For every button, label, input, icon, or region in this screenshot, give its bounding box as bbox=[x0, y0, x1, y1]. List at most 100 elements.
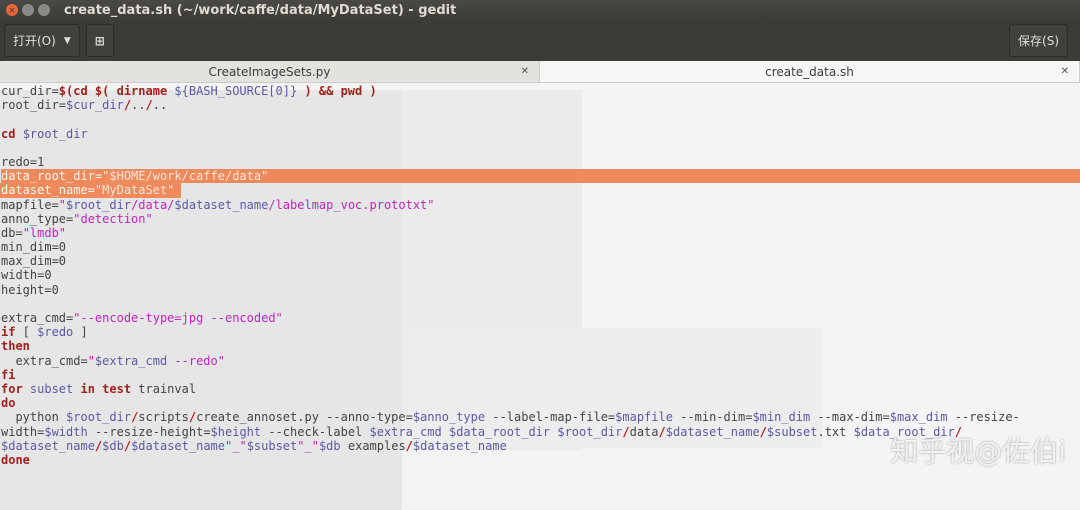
code-token-var: $width bbox=[44, 424, 88, 439]
open-label: 打开(O) bbox=[13, 34, 56, 48]
code-token-var: $cur_dir bbox=[66, 98, 124, 113]
close-tab-icon[interactable]: ✕ bbox=[1061, 66, 1069, 77]
code-token-kw: fi bbox=[1, 367, 16, 382]
code-token-str: "_" bbox=[297, 438, 319, 453]
code-token-pl: .txt bbox=[817, 424, 854, 439]
code-token-var: $extra_cmd $data_root_dir $root_dir bbox=[369, 424, 623, 439]
new-document-icon: ⊞ bbox=[94, 33, 105, 48]
code-token-var: $max_dim bbox=[889, 410, 948, 425]
code-token-kw: ) && pwd ) bbox=[297, 84, 377, 98]
code-token-var: $root_dir bbox=[22, 126, 88, 141]
code-token-kw: done bbox=[1, 452, 30, 467]
code-token-pl: mapfile= bbox=[1, 197, 59, 212]
code-token-pl: height=0 bbox=[1, 282, 59, 297]
code-token-pl: extra_cmd= bbox=[1, 311, 74, 325]
code-token-var: $subset bbox=[766, 424, 818, 439]
code-token-op: / bbox=[759, 424, 767, 439]
code-token-var: $min_dim bbox=[752, 410, 811, 425]
code-token-var: $dataset_name bbox=[174, 197, 269, 212]
code-token-pl: anno_type= bbox=[1, 211, 74, 226]
chevron-down-icon: ▼ bbox=[63, 35, 71, 46]
code-token-str: "MyDataSet" bbox=[94, 183, 175, 198]
save-button[interactable]: 保存(S) bbox=[1009, 24, 1068, 57]
code-line: cd $root_dir bbox=[1, 127, 1080, 141]
code-token-op: / bbox=[405, 438, 413, 453]
code-token-kw: $(cd $( dirname bbox=[58, 84, 175, 98]
code-token-pl: data bbox=[629, 424, 659, 439]
code-token-var: $root_dir bbox=[66, 197, 132, 212]
close-tab-icon[interactable]: ✕ bbox=[521, 66, 529, 77]
code-token-var: $height bbox=[210, 424, 262, 439]
code-line: then bbox=[1, 339, 1080, 353]
code-token-var: ${BASH_SOURCE[0]} bbox=[174, 84, 298, 98]
code-token-pl: extra_cmd= bbox=[1, 353, 88, 368]
code-line: anno_type="detection" bbox=[1, 212, 1080, 226]
tab-createimagesets[interactable]: CreateImageSets.py ✕ bbox=[0, 61, 540, 82]
code-token-var: $dataset_name bbox=[131, 438, 225, 453]
code-token-var: $extra_cmd bbox=[94, 353, 168, 368]
close-window-icon[interactable]: ✕ bbox=[6, 4, 18, 16]
tab-label: CreateImageSets.py bbox=[208, 64, 331, 79]
code-token-kw: for bbox=[1, 381, 23, 396]
code-line: data_root_dir="$HOME/work/caffe/data" bbox=[1, 169, 1080, 184]
code-token-op: / bbox=[123, 438, 132, 453]
code-token-op: / bbox=[123, 98, 132, 113]
tab-label: create_data.sh bbox=[765, 64, 854, 79]
toolbar: 打开(O) ▼ ⊞ 保存(S) bbox=[0, 20, 1080, 61]
code-token-pl: trainval bbox=[131, 381, 197, 396]
code-token-pl: --resize-height= bbox=[87, 424, 211, 439]
tab-create-data[interactable]: create_data.sh ✕ bbox=[540, 61, 1080, 82]
code-line: max_dim=0 bbox=[1, 254, 1080, 268]
code-token-pl: redo=1 bbox=[1, 154, 45, 169]
code-line: fi bbox=[1, 368, 1080, 382]
code-token-var: $root_dir bbox=[66, 410, 132, 425]
window-title: create_data.sh (~/work/caffe/data/MyData… bbox=[64, 2, 457, 18]
code-token-pl: root_dir= bbox=[1, 98, 67, 113]
code-line: redo=1 bbox=[1, 155, 1080, 169]
code-token-kw: do bbox=[1, 396, 16, 411]
code-token-kw: cd bbox=[1, 126, 23, 141]
maximize-window-icon[interactable] bbox=[38, 4, 50, 16]
code-line: extra_cmd="--encode-type=jpg --encoded" bbox=[1, 311, 1080, 325]
code-line: for subset in test trainval bbox=[1, 382, 1080, 396]
save-label: 保存(S) bbox=[1018, 34, 1059, 48]
code-token-pl: --resize- bbox=[947, 410, 1020, 425]
code-token-var: $dataset_name bbox=[665, 424, 760, 439]
code-token-str: "_" bbox=[225, 438, 247, 453]
code-token-var: subset bbox=[22, 381, 81, 396]
code-token-var: $dataset_name bbox=[1, 438, 95, 453]
watermark: 知乎视@佐伯i bbox=[890, 435, 1066, 468]
new-document-button[interactable]: ⊞ bbox=[85, 24, 114, 57]
code-token-kw: in test bbox=[80, 381, 132, 396]
code-line: do bbox=[1, 396, 1080, 410]
code-line: root_dir=$cur_dir/../.. bbox=[1, 98, 1080, 112]
code-token-pl: dataset_name= bbox=[1, 183, 95, 198]
code-token-var: $subset bbox=[246, 438, 298, 453]
tab-bar: CreateImageSets.py ✕ create_data.sh ✕ bbox=[0, 61, 1080, 83]
code-token-str: " bbox=[87, 353, 95, 368]
code-token-pl: --label-map-file= bbox=[485, 410, 616, 425]
code-token-str: " bbox=[58, 197, 67, 212]
code-token-pl: [ bbox=[15, 325, 38, 340]
code-token-pl: .. bbox=[152, 98, 168, 113]
code-line: dataset_name="MyDataSet" bbox=[0, 183, 1080, 198]
code-token-pl: .. bbox=[131, 98, 146, 113]
open-button[interactable]: 打开(O) ▼ bbox=[4, 24, 80, 57]
code-editor[interactable]: cur_dir=$(cd $( dirname ${BASH_SOURCE[0]… bbox=[0, 84, 1080, 510]
code-line: extra_cmd="$extra_cmd --redo" bbox=[1, 354, 1080, 368]
code-token-op: / bbox=[658, 424, 666, 439]
code-token-str: "$HOME/work/caffe/data" bbox=[102, 169, 269, 184]
code-line: width=0 bbox=[1, 268, 1080, 282]
code-line: height=0 bbox=[1, 283, 1080, 297]
code-token-var: $redo bbox=[37, 325, 74, 340]
minimize-window-icon[interactable] bbox=[22, 4, 34, 16]
code-token-str: "lmdb" bbox=[22, 225, 67, 240]
code-token-var: $db bbox=[318, 438, 341, 453]
code-token-pl: python bbox=[1, 410, 67, 425]
code-token-pl: --check-label bbox=[261, 424, 370, 439]
code-token-pl: --max-dim= bbox=[810, 410, 890, 425]
code-token-pl: min_dim=0 bbox=[1, 240, 67, 255]
code-line: mapfile="$root_dir/data/$dataset_name/la… bbox=[1, 198, 1080, 212]
